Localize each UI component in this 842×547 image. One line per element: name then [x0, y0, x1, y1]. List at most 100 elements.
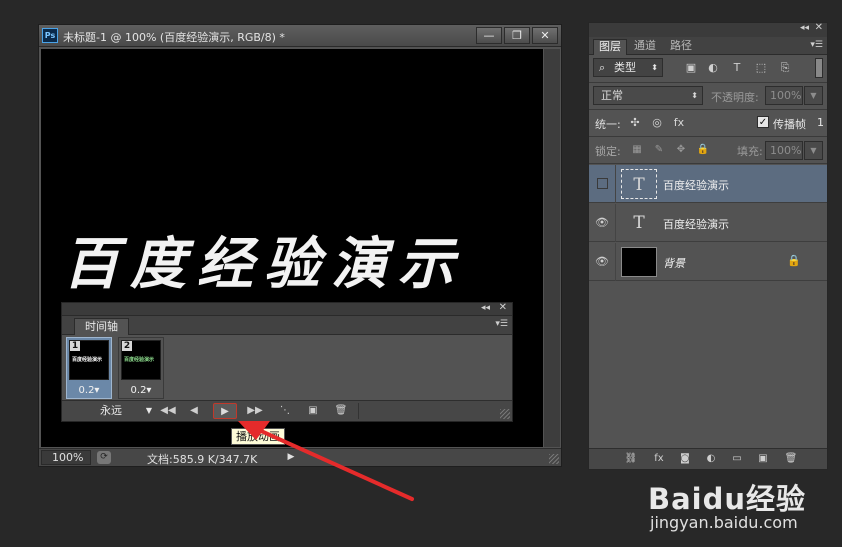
blend-row: 正常 ⬍ 不透明度: 100% ▼ — [589, 83, 827, 109]
panel-menu-icon[interactable]: ▾☰ — [495, 319, 508, 329]
tab-channels[interactable]: 通道 — [629, 39, 661, 55]
layers-panel-header[interactable]: ◂◂ ✕ — [589, 22, 827, 37]
propagate-frame-checkbox[interactable]: ✓ — [757, 116, 769, 128]
maximize-button[interactable]: ❐ — [504, 27, 530, 44]
blend-mode-value: 正常 — [601, 89, 623, 102]
layer-row-background[interactable]: 👁 背景 🔒 — [589, 243, 827, 281]
divider — [615, 243, 616, 281]
loop-options-select[interactable]: 永远 ▼ — [86, 403, 154, 419]
window-buttons: — ❐ ✕ — [476, 27, 558, 44]
lock-icon: 🔒 — [787, 254, 801, 267]
frame-delay-select[interactable]: 0.2▾ — [119, 385, 163, 396]
lock-label: 锁定: — [595, 145, 621, 158]
propagate-frame-label: 传播帧 — [773, 118, 806, 131]
frame-thumbnail: 1 百度经验演示 — [69, 340, 109, 380]
lock-all-icon[interactable]: 🔒 — [695, 142, 711, 158]
blend-mode-select[interactable]: 正常 ⬍ — [593, 86, 703, 105]
layers-panel: ◂◂ ✕ 图层 通道 路径 ▾☰ ⌕ 类型 ⬍ ▣ ◐ T ⬚ ⎘ 正常 ⬍ 不… — [588, 22, 828, 470]
unify-label: 统一: — [595, 118, 621, 131]
play-animation-button[interactable]: ▶ — [213, 403, 237, 419]
delete-frame-button[interactable]: 🗑 — [329, 403, 353, 419]
tab-paths[interactable]: 路径 — [665, 39, 697, 55]
layer-filter-select[interactable]: ⌕ 类型 ⬍ — [593, 58, 663, 77]
frame-delay-select[interactable]: 0.2▾ — [67, 385, 111, 396]
layer-name[interactable]: 背景 — [663, 255, 685, 271]
fill-field[interactable]: 100% — [765, 141, 803, 160]
minimize-button[interactable]: — — [476, 27, 502, 44]
adjustment-filter-icon[interactable]: ◐ — [705, 61, 721, 75]
status-menu-arrow-icon[interactable]: ▶ — [285, 450, 297, 465]
status-toggle-icon[interactable]: ⟳ — [97, 451, 111, 464]
layer-filter-row: ⌕ 类型 ⬍ ▣ ◐ T ⬚ ⎘ — [589, 56, 827, 82]
duplicate-frame-button[interactable]: ▣ — [301, 403, 325, 419]
shape-filter-icon[interactable]: ⬚ — [753, 61, 769, 75]
document-titlebar[interactable]: Ps 未标题-1 @ 100% (百度经验演示, RGB/8) * — ❐ ✕ — [39, 25, 561, 47]
filter-type-value: 类型 — [614, 61, 636, 74]
opacity-dropdown-icon[interactable]: ▼ — [804, 86, 823, 105]
frame-thumbnail-text: 百度经验演示 — [124, 357, 155, 363]
layer-row-text-1[interactable]: T 百度经验演示 — [589, 165, 827, 203]
frame-number: 1 — [70, 341, 80, 351]
unify-style-icon[interactable]: fx — [671, 115, 687, 131]
watermark-logo: Baidu经验 — [648, 482, 807, 516]
close-button[interactable]: ✕ — [532, 27, 558, 44]
document-status-bar: 100% ⟳ 文档:585.9 K/347.7K ▶ — [39, 448, 561, 466]
layer-mask-icon[interactable]: ◙ — [677, 452, 693, 466]
tween-button[interactable]: ⋱ — [273, 403, 297, 419]
divider — [615, 165, 616, 203]
animation-frame-2[interactable]: 2 百度经验演示 0.2▾ — [118, 337, 164, 399]
resize-grip-icon[interactable] — [549, 454, 559, 464]
divider — [615, 204, 616, 242]
new-layer-icon[interactable]: ▣ — [755, 452, 771, 466]
animation-frame-1[interactable]: 1 百度经验演示 0.2▾ — [66, 337, 112, 399]
adjustment-layer-icon[interactable]: ◐ — [703, 452, 719, 466]
fill-label: 填充: — [737, 145, 763, 158]
resize-grip-icon[interactable] — [500, 409, 510, 419]
next-frame-button[interactable]: ▶▶ — [243, 403, 267, 419]
baidu-jingyan-watermark: Baidu经验 jingyan.baidu.com — [648, 476, 838, 546]
close-icon[interactable]: ✕ — [815, 22, 823, 33]
collapse-icon[interactable]: ◂◂ — [800, 23, 809, 33]
panel-menu-icon[interactable]: ▾☰ — [810, 40, 823, 50]
layer-style-icon[interactable]: fx — [651, 452, 667, 466]
close-icon[interactable]: ✕ — [499, 302, 507, 313]
collapse-icon[interactable]: ◂◂ — [481, 303, 490, 313]
unify-visibility-icon[interactable]: ◎ — [649, 115, 665, 131]
text-layer-icon: T — [633, 213, 645, 233]
layers-tab-row: 图层 通道 路径 ▾☰ — [589, 37, 827, 55]
filter-toggle-switch[interactable] — [815, 58, 823, 78]
smart-object-filter-icon[interactable]: ⎘ — [777, 61, 793, 75]
link-layers-icon[interactable]: ⛓ — [623, 452, 639, 466]
lock-transparency-icon[interactable]: ▦ — [629, 142, 645, 158]
unify-position-icon[interactable]: ✣ — [627, 115, 643, 131]
layers-bottom-toolbar: ⛓ fx ◙ ◐ ▭ ▣ 🗑 — [589, 448, 827, 469]
timeline-controls: 永远 ▼ ◀◀ ◀ ▶ ▶▶ ⋱ ▣ 🗑 — [62, 400, 512, 421]
previous-frame-button[interactable]: ◀ — [182, 403, 206, 419]
lock-pixels-icon[interactable]: ✎ — [651, 142, 667, 158]
eye-icon[interactable]: 👁 — [595, 255, 609, 269]
layer-row-text-2[interactable]: 👁 T 百度经验演示 — [589, 204, 827, 242]
delete-layer-icon[interactable]: 🗑 — [783, 452, 799, 466]
timeline-panel-header[interactable]: ◂◂ ✕ — [62, 302, 512, 316]
opacity-field[interactable]: 100% — [765, 86, 803, 105]
layer-name[interactable]: 百度经验演示 — [663, 177, 729, 193]
visibility-toggle-off[interactable] — [597, 178, 608, 189]
chevron-down-icon: ▼ — [145, 406, 152, 415]
text-layer-icon: T — [621, 169, 657, 199]
tab-timeline[interactable]: 时间轴 — [74, 318, 129, 335]
tab-layers[interactable]: 图层 — [593, 39, 627, 55]
type-filter-icon[interactable]: T — [729, 61, 745, 75]
controls-divider — [358, 403, 359, 419]
pixel-filter-icon[interactable]: ▣ — [683, 61, 699, 75]
zoom-field[interactable]: 100% — [41, 450, 91, 465]
document-size-info: 文档:585.9 K/347.7K — [147, 453, 258, 466]
divider — [589, 163, 827, 164]
layer-name[interactable]: 百度经验演示 — [663, 216, 729, 232]
lock-position-icon[interactable]: ✥ — [673, 142, 689, 158]
eye-icon[interactable]: 👁 — [595, 216, 609, 230]
new-group-icon[interactable]: ▭ — [729, 452, 745, 466]
watermark-url: jingyan.baidu.com — [650, 513, 798, 532]
fill-dropdown-icon[interactable]: ▼ — [804, 141, 823, 160]
vertical-scrollbar[interactable] — [544, 49, 560, 447]
first-frame-button[interactable]: ◀◀ — [156, 403, 180, 419]
